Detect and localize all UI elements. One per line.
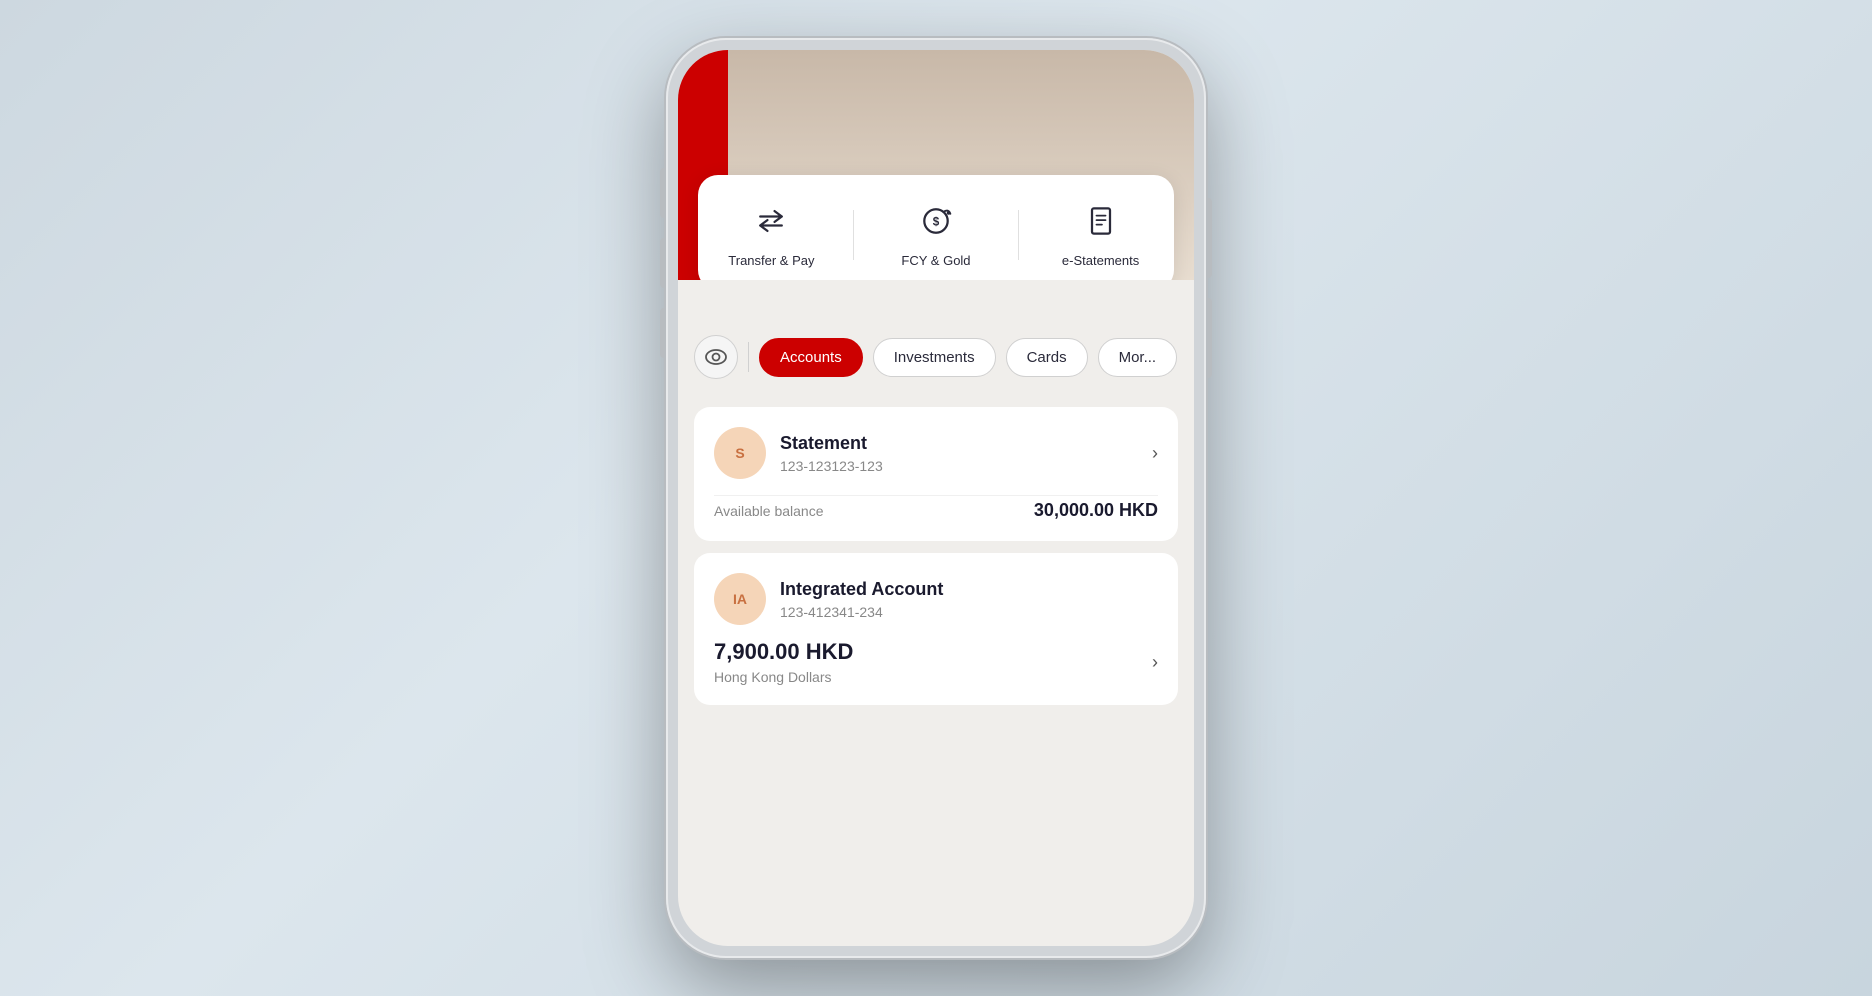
amount-chevron-row: 7,900.00 HKD Hong Kong Dollars ›: [714, 639, 1158, 685]
estatements-action[interactable]: e-Statements: [1056, 199, 1146, 270]
fcy-gold-action[interactable]: $ FCY & Gold: [891, 199, 981, 270]
account-avatar-statement: S: [714, 427, 766, 479]
estatements-label: e-Statements: [1062, 253, 1139, 270]
fcy-icon: $: [914, 199, 958, 243]
chevron-right-integrated: ›: [1152, 652, 1158, 673]
account-header-integrated: IA Integrated Account 123-412341-234: [714, 573, 1158, 625]
phone-screen: Transfer & Pay $ FCY & Gold: [678, 50, 1194, 946]
account-number-integrated: 123-412341-234: [780, 604, 1158, 620]
estatements-icon: [1079, 199, 1123, 243]
account-amount-main: 7,900.00 HKD: [714, 639, 853, 665]
account-info-integrated: Integrated Account 123-412341-234: [780, 579, 1158, 620]
tab-accounts[interactable]: Accounts: [759, 338, 863, 377]
account-avatar-integrated: IA: [714, 573, 766, 625]
account-info-statement: Statement 123-123123-123: [780, 433, 1138, 474]
transfer-pay-action[interactable]: Transfer & Pay: [726, 199, 816, 270]
account-number-statement: 123-123123-123: [780, 458, 1138, 474]
eye-button[interactable]: [694, 335, 738, 379]
fcy-gold-label: FCY & Gold: [901, 253, 970, 270]
svg-text:$: $: [933, 216, 940, 229]
chevron-right-statement: ›: [1152, 443, 1158, 464]
tabs-section: Accounts Investments Cards Mor...: [678, 280, 1194, 395]
tab-cards[interactable]: Cards: [1006, 338, 1088, 377]
accounts-section: S Statement 123-123123-123 › Available b…: [678, 395, 1194, 717]
tab-investments[interactable]: Investments: [873, 338, 996, 377]
tabs-row: Accounts Investments Cards Mor...: [694, 335, 1178, 379]
transfer-icon: [749, 199, 793, 243]
divider-2: [1018, 210, 1019, 260]
transfer-pay-label: Transfer & Pay: [728, 253, 814, 270]
screen-top-image: Transfer & Pay $ FCY & Gold: [678, 50, 1194, 280]
account-amount-group: 7,900.00 HKD Hong Kong Dollars: [714, 639, 853, 685]
balance-amount-statement: 30,000.00 HKD: [1034, 500, 1158, 521]
balance-label-statement: Available balance: [714, 503, 824, 519]
account-card-integrated[interactable]: IA Integrated Account 123-412341-234 7,9…: [694, 553, 1178, 705]
tab-more[interactable]: Mor...: [1098, 338, 1178, 377]
account-amount-sub: Hong Kong Dollars: [714, 669, 853, 685]
tab-divider: [748, 342, 749, 372]
phone-frame: Transfer & Pay $ FCY & Gold: [666, 38, 1206, 958]
account-balance-row-statement: Available balance 30,000.00 HKD: [714, 495, 1158, 521]
phone-wrapper: Transfer & Pay $ FCY & Gold: [666, 38, 1206, 958]
divider-1: [853, 210, 854, 260]
account-name-statement: Statement: [780, 433, 1138, 454]
quick-actions-card: Transfer & Pay $ FCY & Gold: [698, 175, 1174, 280]
account-card-statement[interactable]: S Statement 123-123123-123 › Available b…: [694, 407, 1178, 541]
account-header-statement: S Statement 123-123123-123 ›: [714, 427, 1158, 479]
account-name-integrated: Integrated Account: [780, 579, 1158, 600]
